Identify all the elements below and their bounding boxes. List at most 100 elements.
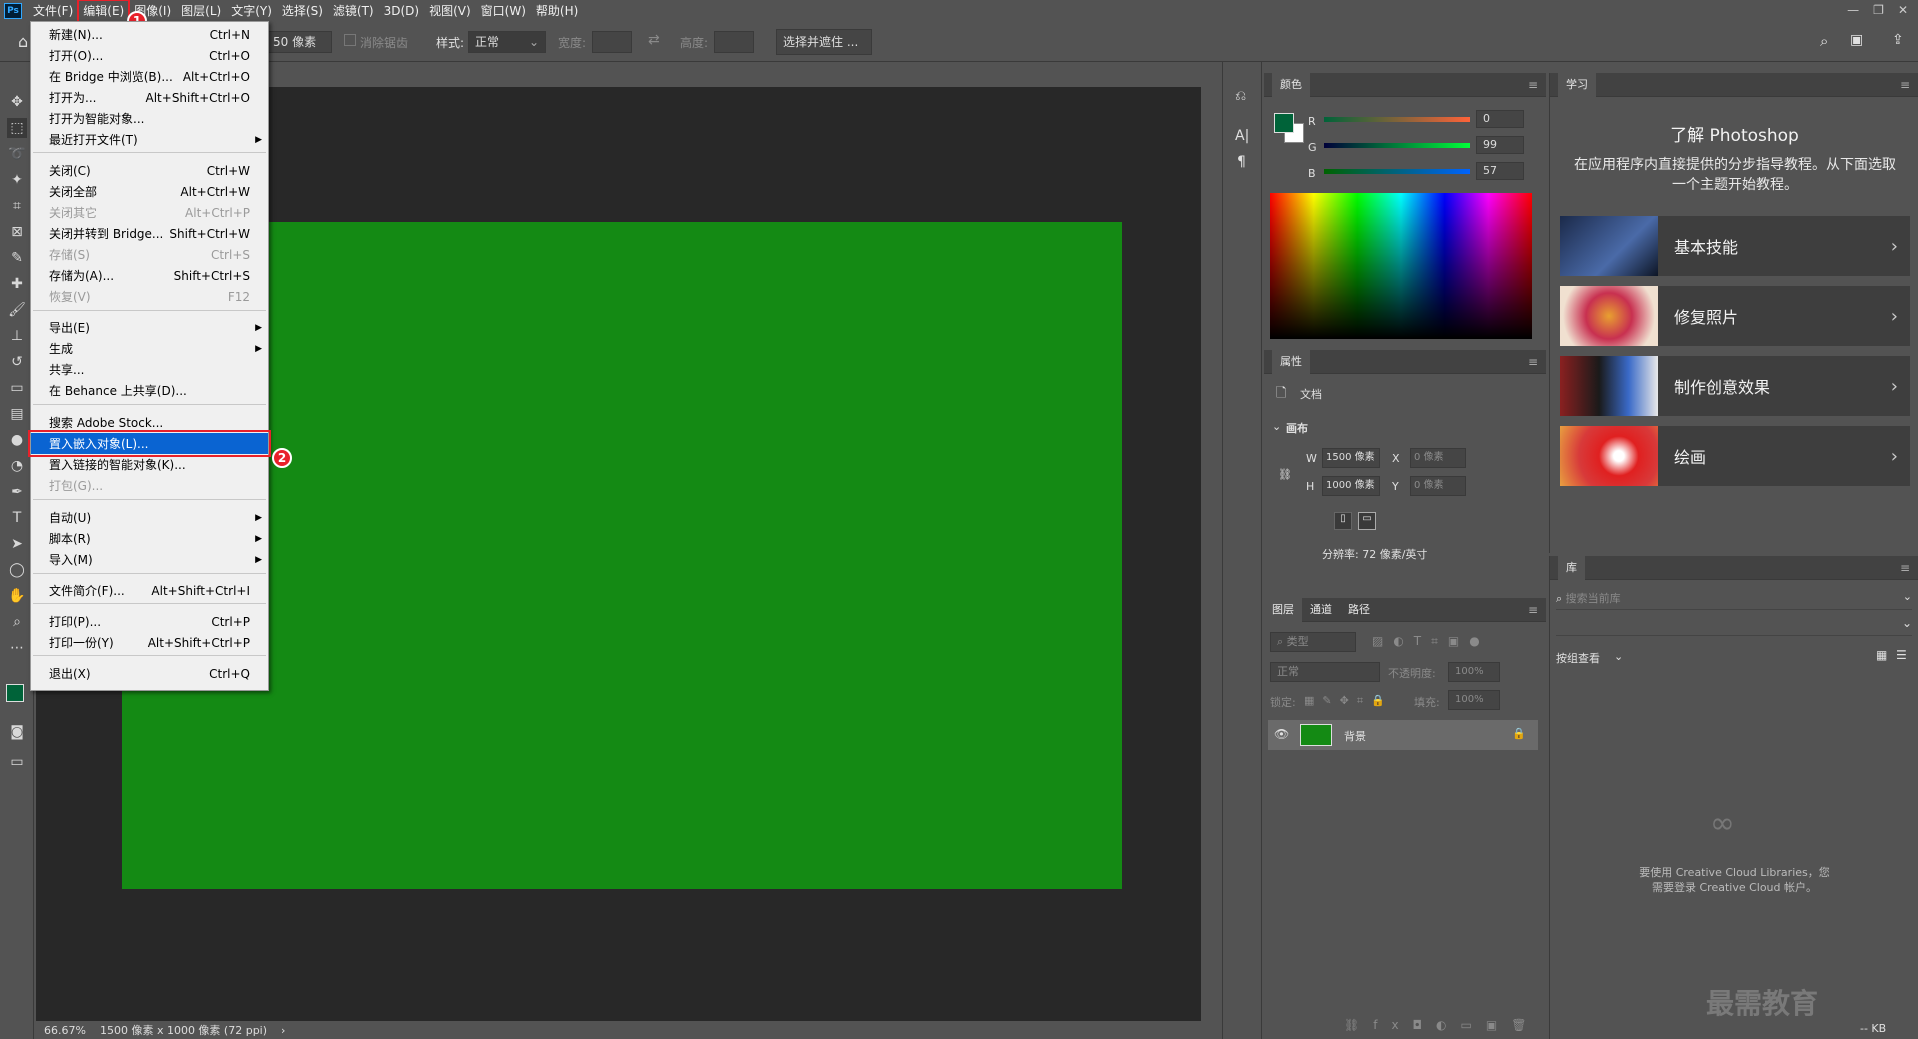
libraries-tab[interactable]: 库 [1558,555,1585,580]
tab-paths[interactable]: 路径 [1340,598,1378,622]
menu-select[interactable]: 选择(S) [277,0,328,22]
style-select[interactable]: 正常 ⌄ [468,31,546,53]
menu-item[interactable]: 共享... [31,359,268,380]
learn-card-fix-photos[interactable]: 修复照片 › [1560,286,1910,346]
dodge-tool-icon[interactable]: ◔ [7,456,27,476]
menu-item[interactable]: 打包(G)... [31,475,268,496]
visibility-eye-icon[interactable]: 👁 [1274,727,1289,741]
menu-item[interactable]: 存储为(A)... Shift+Ctrl+S [31,265,268,286]
share-icon[interactable]: ⇪ [1892,32,1904,48]
home-icon[interactable]: ⌂ [18,32,28,51]
pen-tool-icon[interactable]: ✒ [7,482,27,502]
link-icon[interactable]: ⛓ [1278,468,1292,481]
chevron-right-icon[interactable]: › [281,1024,285,1037]
foreground-swatch[interactable] [1274,113,1294,133]
width-input[interactable] [592,31,632,53]
learn-card-basics[interactable]: 基本技能 › [1560,216,1910,276]
tab-channels[interactable]: 通道 [1302,598,1340,622]
menu-item[interactable]: 恢复(V) F12 [31,286,268,307]
view-by-group-label[interactable]: 按组查看 [1556,650,1600,666]
menu-type[interactable]: 文字(Y) [226,0,277,22]
r-slider[interactable] [1324,117,1470,122]
menu-item[interactable]: 导入(M) ▶ [31,549,268,570]
learn-card-creative-effects[interactable]: 制作创意效果 › [1560,356,1910,416]
brush-tool-icon[interactable]: 🖌 [7,300,27,320]
menu-item[interactable]: 打印一份(Y) Alt+Shift+Ctrl+P [31,632,268,653]
blur-tool-icon[interactable]: ● [7,430,27,450]
menu-view[interactable]: 视图(V) [424,0,476,22]
menu-item[interactable]: 打开为智能对象... [31,108,268,129]
b-value-input[interactable]: 57 [1476,162,1524,180]
panel-menu-icon[interactable]: ≡ [1528,78,1538,92]
gradient-tool-icon[interactable]: ▤ [7,404,27,424]
marquee-tool-icon[interactable]: ⬚ [7,118,27,138]
menu-3d[interactable]: 3D(D) [379,0,424,22]
paragraph-panel-icon[interactable]: ¶ [1237,154,1246,170]
opacity-input[interactable]: 100% [1448,662,1500,682]
document-canvas[interactable] [122,222,1122,889]
menu-item[interactable]: 置入链接的智能对象(K)... [31,454,268,475]
menu-help[interactable]: 帮助(H) [531,0,583,22]
menu-item[interactable]: 关闭(C) Ctrl+W [31,160,268,181]
quick-mask-icon[interactable]: ◙ [7,722,27,742]
b-slider[interactable] [1324,169,1470,174]
eraser-tool-icon[interactable]: ▭ [7,378,27,398]
menu-window[interactable]: 窗口(W) [476,0,531,22]
menu-item[interactable]: 生成 ▶ [31,338,268,359]
menu-item[interactable]: 在 Behance 上共享(D)... [31,380,268,401]
screen-mode-icon[interactable]: ▭ [7,752,27,772]
more-tools-icon[interactable]: ⋯ [7,638,27,658]
menu-item[interactable]: 存储(S) Ctrl+S [31,244,268,265]
menu-filter[interactable]: 滤镜(T) [328,0,379,22]
feather-input[interactable]: 50 像素 [266,31,332,53]
crop-tool-icon[interactable]: ⌗ [7,196,27,216]
swap-icon[interactable]: ⇄ [648,32,660,48]
menu-item[interactable]: 退出(X) Ctrl+Q [31,663,268,684]
g-slider[interactable] [1324,143,1470,148]
menu-item[interactable]: 脚本(R) ▶ [31,528,268,549]
menu-item[interactable]: 打开(O)... Ctrl+O [31,45,268,66]
layers-footer-icons[interactable]: ⛓fx◘◐▭▣🗑 [1344,1018,1540,1032]
menu-item[interactable]: 自动(U) ▶ [31,507,268,528]
menu-item[interactable]: 搜索 Adobe Stock... [31,412,268,433]
color-panel-title[interactable]: 颜色 [1272,72,1310,97]
menu-item[interactable]: 打印(P)... Ctrl+P [31,611,268,632]
antialias-checkbox[interactable] [344,34,356,46]
g-value-input[interactable]: 99 [1476,136,1524,154]
foreground-color-swatch[interactable] [6,684,24,702]
ellipse-tool-icon[interactable]: ◯ [7,560,27,580]
minimize-icon[interactable]: — [1847,3,1859,17]
menu-item[interactable]: 导出(E) ▶ [31,317,268,338]
menu-item[interactable]: 最近打开文件(T) ▶ [31,129,268,150]
restore-icon[interactable]: ❐ [1873,3,1884,17]
portrait-icon[interactable]: ▯ [1334,512,1352,530]
zoom-level[interactable]: 66.67% [44,1024,86,1037]
list-view-icon[interactable]: ☰ [1896,648,1907,662]
grid-view-icon[interactable]: ▦ [1876,648,1887,662]
history-brush-tool-icon[interactable]: ↺ [7,352,27,372]
menu-item-place-embedded[interactable]: 置入嵌入对象(L)... [28,430,271,457]
learn-tab[interactable]: 学习 [1558,72,1596,97]
search-icon[interactable]: ⌕ [1820,32,1828,50]
menu-item[interactable]: 打开为... Alt+Shift+Ctrl+O [31,87,268,108]
menu-item[interactable]: 关闭并转到 Bridge... Shift+Ctrl+W [31,223,268,244]
panel-menu-icon[interactable]: ≡ [1528,603,1538,617]
menu-item[interactable]: 新建(N)... Ctrl+N [31,24,268,45]
library-select[interactable]: ⌄ [1556,616,1912,636]
landscape-icon[interactable]: ▭ [1358,512,1376,530]
r-value-input[interactable]: 0 [1476,110,1524,128]
menu-file[interactable]: 文件(F) [28,0,78,22]
library-search-input[interactable]: ⌕ 搜索当前库 ⌄ [1556,590,1912,610]
chevron-down-icon[interactable]: ⌄ [1272,420,1281,433]
character-panel-icon[interactable]: A| [1235,128,1249,144]
eyedropper-tool-icon[interactable]: ✎ [7,248,27,268]
fill-input[interactable]: 100% [1448,690,1500,710]
history-panel-icon[interactable]: ⎌ [1235,88,1246,104]
select-and-mask-button[interactable]: 选择并遮住 ... [776,29,872,55]
layer-filter-select[interactable]: ⌕ 类型 [1270,632,1356,652]
hand-tool-icon[interactable]: ✋ [7,586,27,606]
height-input[interactable] [714,31,754,53]
canvas-y-input[interactable]: 0 像素 [1410,476,1466,496]
workspace-icon[interactable]: ▣ [1850,32,1863,48]
blend-mode-select[interactable]: 正常 [1270,662,1380,682]
